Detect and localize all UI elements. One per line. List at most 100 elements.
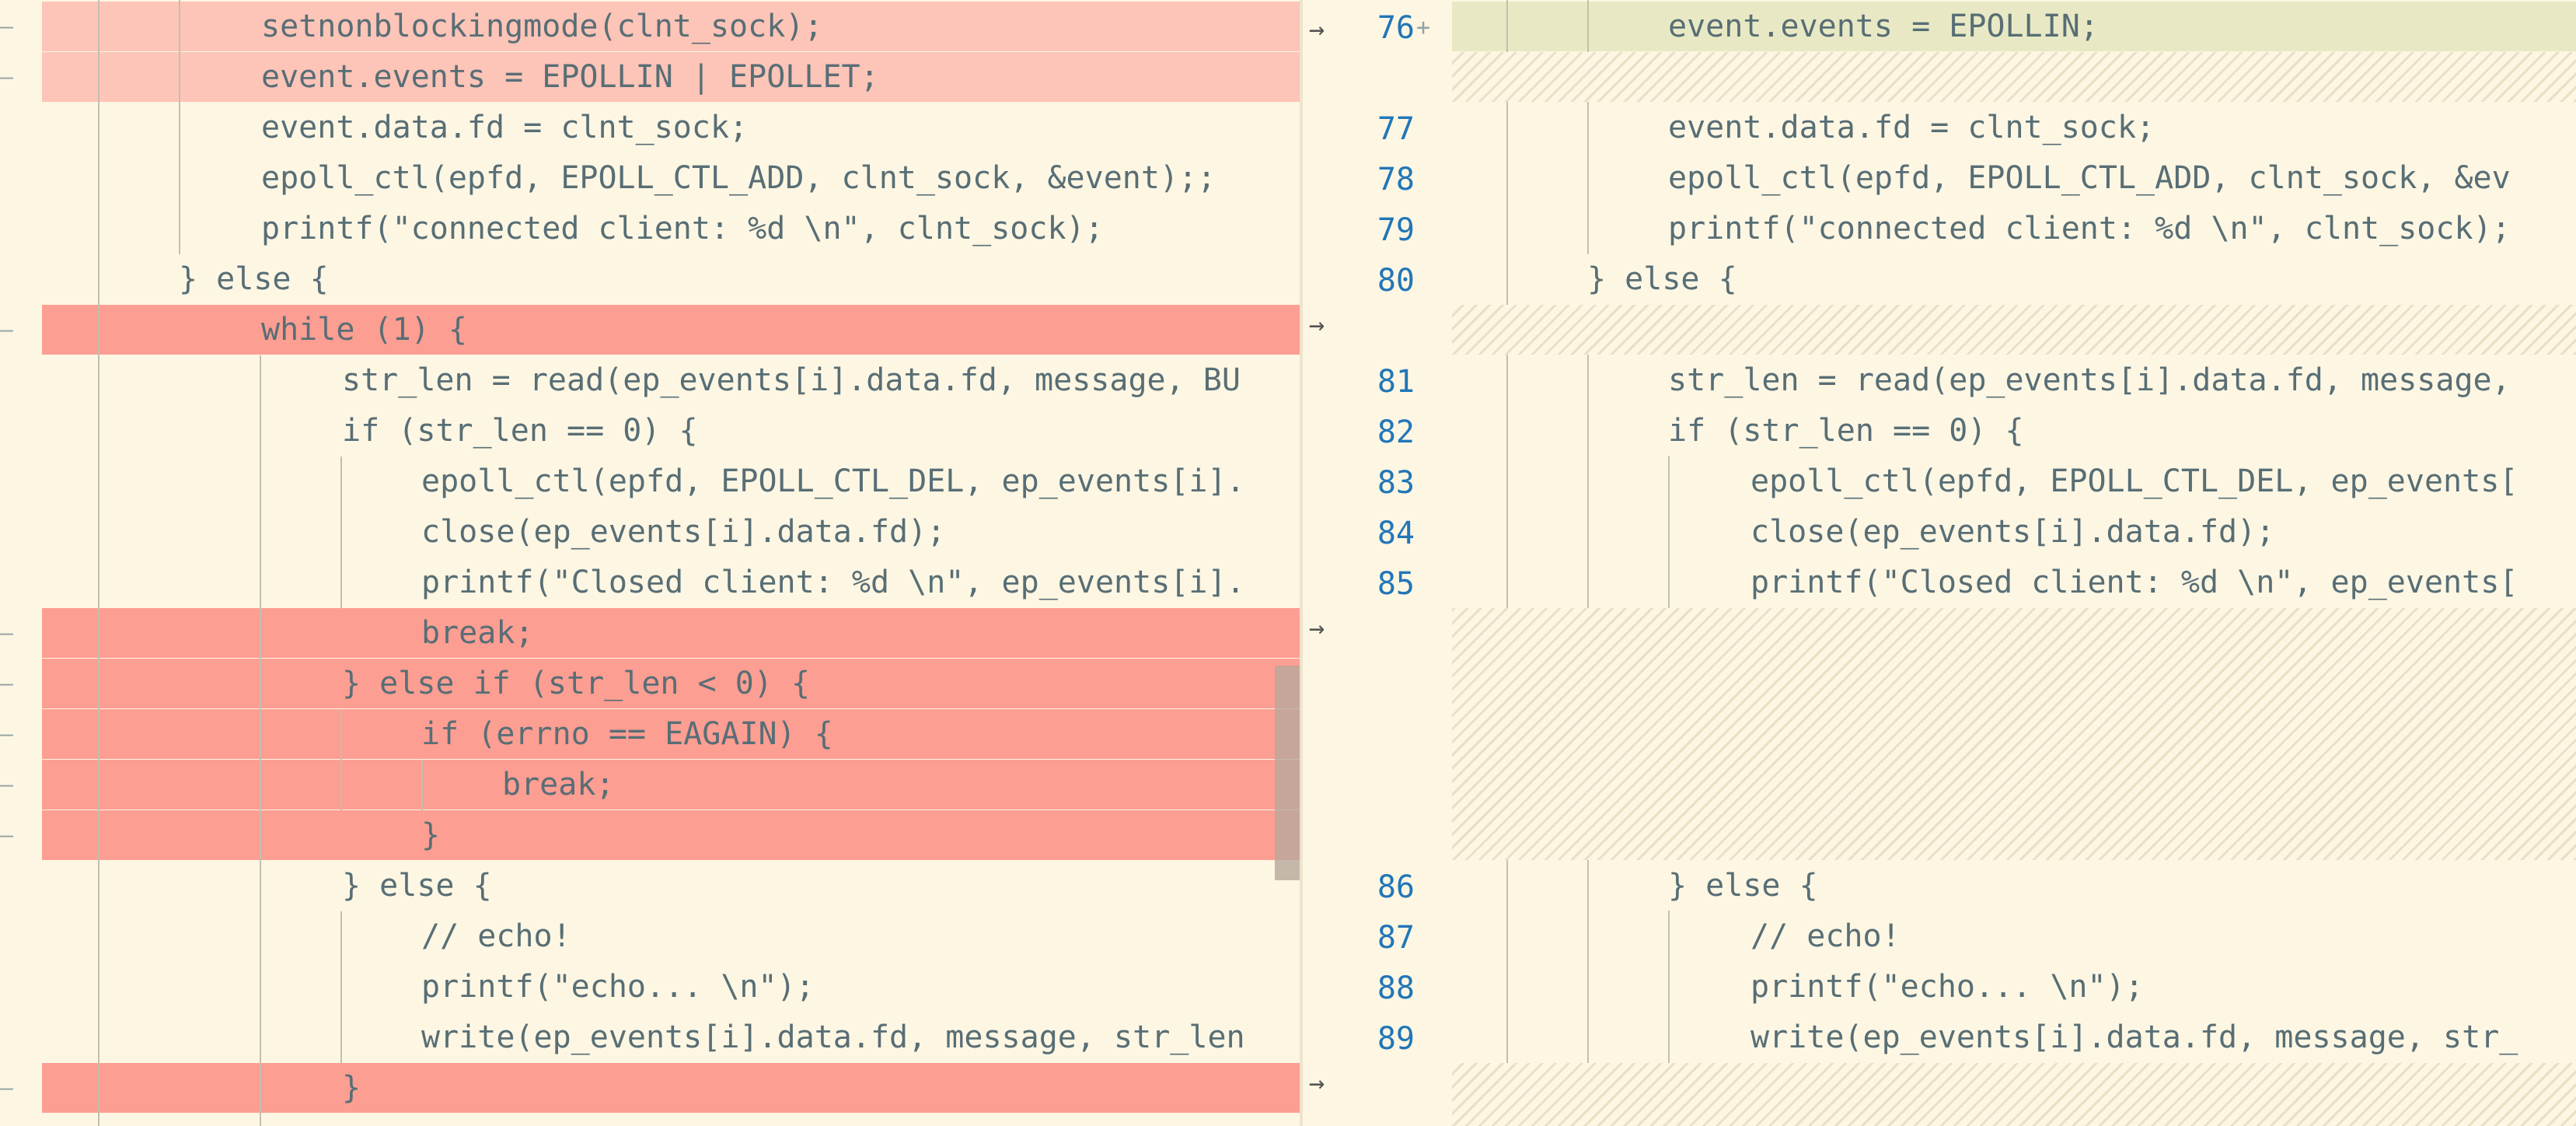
left-line[interactable]: event.data.fd = clnt_sock; — [0, 103, 1300, 152]
pane-divider[interactable] — [1300, 0, 1303, 1126]
indent-guide — [1587, 0, 1589, 52]
indent-guide — [1506, 355, 1508, 608]
diff-gap-placeholder — [1452, 608, 2576, 860]
line-number: 88 — [1377, 970, 1415, 1006]
indent-guide — [260, 355, 261, 1126]
left-line-deleted[interactable]: — break; — [0, 760, 1300, 810]
indent-guide — [1668, 456, 1670, 608]
code-text: epoll_ctl(epfd, EPOLL_CTL_DEL, ep_events… — [1750, 463, 2518, 499]
right-line[interactable]: if (str_len == 0) { — [1452, 406, 2576, 456]
indent-guide — [1587, 102, 1589, 254]
scrollbar-thumb[interactable] — [1275, 666, 1300, 880]
deleted-highlight — [42, 810, 1300, 860]
left-line-modified[interactable]: — setnonblockingmode(clnt_sock); — [0, 2, 1300, 51]
right-line[interactable]: event.data.fd = clnt_sock; — [1452, 103, 2576, 152]
left-line[interactable]: if (str_len == 0) { — [0, 406, 1300, 456]
line-number: 78 — [1377, 162, 1415, 198]
left-line[interactable]: close(ep_events[i].data.fd); — [0, 507, 1300, 557]
right-line[interactable]: // echo! — [1452, 911, 2576, 961]
left-line[interactable]: epoll_ctl(epfd, EPOLL_CTL_ADD, clnt_sock… — [0, 153, 1300, 203]
indent-guide — [340, 911, 342, 1063]
indent-guide — [1668, 911, 1670, 1063]
indent-guide — [179, 0, 180, 254]
left-line-deleted[interactable]: —} — [0, 810, 1300, 860]
left-line[interactable]: printf("Closed client: %d \n", ep_events… — [0, 558, 1300, 607]
left-line-deleted[interactable]: —} — [0, 1063, 1300, 1113]
indent-guide — [421, 760, 423, 810]
left-line[interactable]: } else { — [0, 861, 1300, 911]
removed-marker: — — [0, 721, 13, 747]
apply-change-arrow-icon[interactable]: → — [1303, 5, 1331, 54]
line-number: 81 — [1377, 364, 1415, 400]
code-text: printf("connected client: %d \n", clnt_s… — [261, 211, 1104, 247]
indent-guide — [1506, 860, 1508, 1063]
right-line-added[interactable]: event.events = EPOLLIN; — [1452, 2, 2576, 51]
code-text: epoll_ctl(epfd, EPOLL_CTL_DEL, ep_events… — [421, 463, 1245, 499]
left-diff-pane[interactable]: — setnonblockingmode(clnt_sock); — event.e… — [0, 0, 1300, 1126]
left-line-deleted[interactable]: — break; — [0, 608, 1300, 658]
right-line[interactable]: write(ep_events[i].data.fd, message, str… — [1452, 1012, 2576, 1062]
deleted-highlight — [42, 1063, 1300, 1113]
code-text: // echo! — [1750, 918, 1901, 954]
diff-gap-placeholder — [1452, 52, 2576, 102]
right-line[interactable]: } else { — [1452, 254, 2576, 304]
left-line-deleted[interactable]: —} else if (str_len < 0) { — [0, 659, 1300, 708]
indent-guide — [340, 709, 342, 810]
apply-change-arrow-icon[interactable]: → — [1303, 603, 1331, 653]
code-text: // echo! — [421, 918, 571, 954]
apply-change-arrow-icon[interactable]: → — [1303, 1058, 1331, 1108]
apply-change-arrow-icon[interactable]: → — [1303, 300, 1331, 350]
code-text: if (str_len == 0) { — [342, 413, 698, 449]
right-line[interactable]: printf("connected client: %d \n", clnt_s… — [1452, 204, 2576, 254]
left-line[interactable]: printf("echo... \n"); — [0, 962, 1300, 1012]
code-text: printf("echo... \n"); — [421, 969, 815, 1005]
left-line-deleted[interactable]: — while (1) { — [0, 305, 1300, 355]
left-line-modified[interactable]: — event.events = EPOLLIN | EPOLLET; — [0, 52, 1300, 102]
left-line[interactable]: printf("connected client: %d \n", clnt_s… — [0, 204, 1300, 254]
right-line[interactable]: printf("Closed client: %d \n", ep_events… — [1452, 558, 2576, 607]
deleted-highlight — [42, 305, 1300, 355]
right-line[interactable]: printf("echo... \n"); — [1452, 962, 2576, 1012]
line-number: 84 — [1377, 516, 1415, 551]
removed-marker: — — [0, 64, 13, 89]
code-text: epoll_ctl(epfd, EPOLL_CTL_ADD, clnt_sock… — [1668, 160, 2511, 196]
diff-gap-placeholder — [1452, 1063, 2576, 1126]
line-number: 83 — [1377, 465, 1415, 501]
indent-guide — [98, 0, 99, 1126]
right-line[interactable]: epoll_ctl(epfd, EPOLL_CTL_ADD, clnt_sock… — [1452, 153, 2576, 203]
left-line[interactable]: // echo! — [0, 911, 1300, 961]
code-text: close(ep_events[i].data.fd); — [1750, 514, 2275, 550]
code-text: event.events = EPOLLIN; — [1668, 9, 2099, 44]
left-line[interactable]: epoll_ctl(epfd, EPOLL_CTL_DEL, ep_events… — [0, 456, 1300, 506]
line-number: 82 — [1377, 414, 1415, 450]
code-text: } else { — [179, 261, 329, 297]
code-text: setnonblockingmode(clnt_sock); — [261, 9, 823, 44]
right-line[interactable]: close(ep_events[i].data.fd); — [1452, 507, 2576, 557]
removed-marker: — — [0, 771, 13, 797]
left-line-deleted[interactable]: — if (errno == EAGAIN) { — [0, 709, 1300, 759]
left-line[interactable]: str_len = read(ep_events[i].data.fd, mes… — [0, 355, 1300, 405]
right-line[interactable]: epoll_ctl(epfd, EPOLL_CTL_DEL, ep_events… — [1452, 456, 2576, 506]
added-marker: + — [1416, 14, 1431, 41]
right-line[interactable]: } else { — [1452, 861, 2576, 911]
right-diff-pane[interactable]: event.events = EPOLLIN; event.data.fd = … — [1452, 0, 2576, 1126]
code-text: event.data.fd = clnt_sock; — [261, 110, 749, 145]
line-number: 89 — [1377, 1021, 1415, 1057]
code-text: } else { — [342, 868, 492, 904]
removed-marker: — — [0, 1075, 13, 1100]
removed-marker: — — [0, 670, 13, 696]
left-line[interactable]: write(ep_events[i].data.fd, message, str… — [0, 1012, 1300, 1062]
left-line[interactable]: } else { — [0, 254, 1300, 304]
indent-guide — [1506, 102, 1508, 305]
code-text: } else { — [1587, 261, 1737, 297]
code-text: } — [342, 1070, 361, 1106]
line-number: 76 — [1377, 10, 1415, 46]
line-number: 85 — [1377, 566, 1415, 602]
code-text: } else { — [1668, 868, 1818, 904]
code-text: close(ep_events[i].data.fd); — [421, 514, 946, 550]
code-text: event.data.fd = clnt_sock; — [1668, 110, 2155, 145]
line-number: 79 — [1377, 212, 1415, 248]
removed-marker: — — [0, 822, 13, 848]
right-line[interactable]: str_len = read(ep_events[i].data.fd, mes… — [1452, 355, 2576, 405]
line-number: 80 — [1377, 263, 1415, 299]
